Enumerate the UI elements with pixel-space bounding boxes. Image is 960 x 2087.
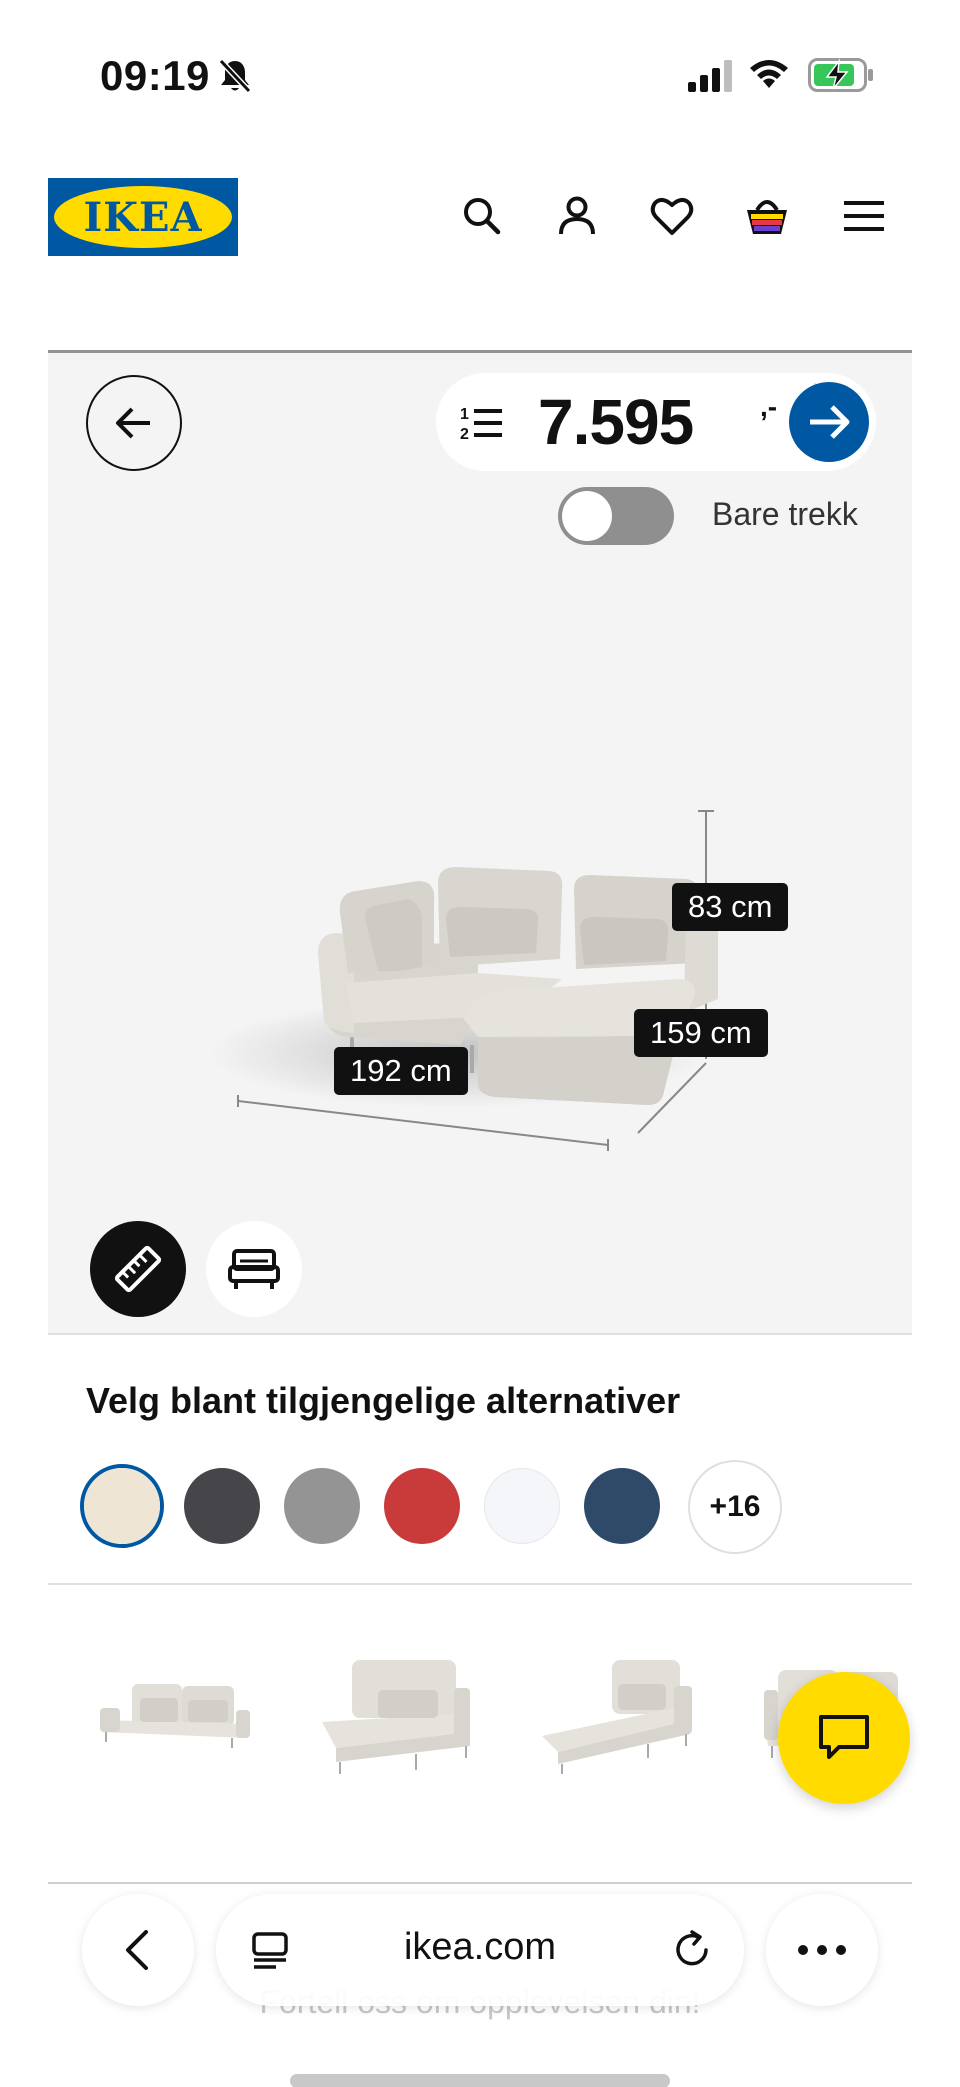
reload-icon[interactable]: [670, 1928, 714, 1972]
color-swatch-beige[interactable]: [84, 1468, 160, 1544]
site-header: IKEA: [0, 170, 960, 260]
covers-only-toggle[interactable]: [558, 487, 674, 545]
price-suffix: ,-: [760, 391, 778, 422]
more-colors-button[interactable]: +16: [688, 1460, 782, 1554]
hamburger-menu-icon[interactable]: [840, 192, 888, 240]
color-swatch-navy[interactable]: [584, 1468, 660, 1544]
browser-more-button[interactable]: [766, 1894, 878, 2006]
browser-back-button[interactable]: [82, 1894, 194, 2006]
measure-toggle-button[interactable]: [90, 1221, 186, 1317]
status-bar: 09:19: [0, 0, 960, 150]
color-swatch-white[interactable]: [484, 1468, 560, 1544]
address-bar[interactable]: ikea.com: [216, 1894, 744, 2006]
toggle-knob: [562, 491, 612, 541]
bell-muted-icon: [218, 58, 252, 94]
color-swatch-red[interactable]: [384, 1468, 460, 1544]
options-title: Velg blant tilgjengelige alternativer: [86, 1380, 681, 1421]
section-divider: [48, 1583, 912, 1585]
battery-charging-icon: [808, 58, 873, 92]
logo-text: IKEA: [83, 193, 203, 241]
shopping-bag-icon[interactable]: [743, 192, 791, 240]
color-swatch-dark-grey[interactable]: [184, 1468, 260, 1544]
arrow-left-icon: [116, 407, 150, 439]
svg-text:2: 2: [460, 426, 469, 443]
chat-button[interactable]: [778, 1672, 910, 1804]
chevron-left-icon: [126, 1930, 148, 1970]
covers-only-label: Bare trekk: [712, 496, 858, 532]
module-thumbnail-loveseat[interactable]: [96, 1650, 256, 1770]
color-swatch-grey[interactable]: [284, 1468, 360, 1544]
footer-divider: [48, 1882, 912, 1884]
svg-text:1: 1: [460, 406, 469, 423]
home-indicator: [290, 2074, 670, 2087]
bed-icon: [228, 1249, 280, 1289]
sofa-3d-view[interactable]: [178, 783, 758, 1163]
logo-oval: IKEA: [54, 186, 232, 248]
browser-toolbar: ikea.com: [0, 1890, 960, 2020]
user-icon[interactable]: [553, 192, 601, 240]
back-button[interactable]: [86, 375, 182, 471]
module-thumbnail-chaise[interactable]: [538, 1650, 698, 1780]
width-dimension-label: 192 cm: [334, 1047, 468, 1095]
heart-icon[interactable]: [648, 192, 696, 240]
ikea-logo[interactable]: IKEA: [48, 178, 238, 256]
status-time: 09:19: [100, 52, 210, 99]
room-view-button[interactable]: [206, 1221, 302, 1317]
height-dimension-label: 83 cm: [672, 883, 789, 931]
module-thumbnail-chair[interactable]: [316, 1650, 476, 1780]
next-button[interactable]: [788, 381, 870, 463]
cellular-signal-icon: [688, 60, 732, 92]
ellipsis-icon: [798, 1945, 846, 1955]
chat-bubble-icon: [819, 1715, 869, 1759]
search-icon[interactable]: [458, 192, 506, 240]
total-price: 7.595: [538, 386, 694, 458]
product-configurator: 1 2 7.595 ,- Bare trekk 83 cm 159 cm 192…: [48, 350, 912, 1335]
depth-dimension-label: 159 cm: [634, 1009, 768, 1057]
wifi-icon: [750, 60, 788, 88]
numbered-list-icon: 1 2: [460, 406, 502, 443]
ruler-icon: [114, 1245, 162, 1293]
address-bar-url: ikea.com: [403, 1926, 557, 1968]
